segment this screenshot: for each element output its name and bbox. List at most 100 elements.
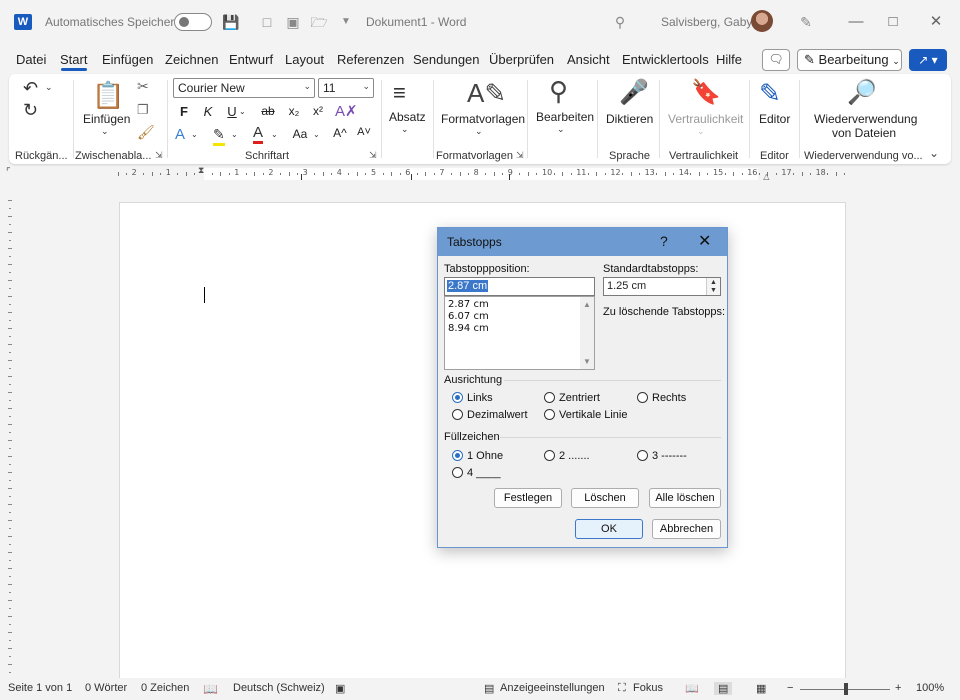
tab-entwurf[interactable]: Entwurf <box>229 52 273 67</box>
text-effects-icon[interactable]: A <box>175 126 185 143</box>
tab-layout[interactable]: Layout <box>285 52 324 67</box>
tab-position-input[interactable]: 2.87 cm <box>444 277 595 296</box>
list-scrollbar[interactable]: ▲ ▼ <box>580 297 594 369</box>
character-count[interactable]: 0 Zeichen <box>141 682 189 694</box>
reuse-label-line1[interactable]: Wiederverwendung <box>814 112 917 126</box>
default-tabs-input[interactable]: 1.25 cm ▲ ▼ <box>603 277 721 296</box>
display-settings-label[interactable]: Anzeigeeinstellungen <box>500 682 605 694</box>
indent-marker[interactable]: ⧗ <box>198 165 204 176</box>
undo-dropdown-icon[interactable]: ⌄ <box>45 82 53 93</box>
ok-button[interactable]: OK <box>575 519 643 539</box>
tab-stop-marker[interactable] <box>508 174 510 180</box>
tab-zeichnen[interactable]: Zeichnen <box>165 52 218 67</box>
new-document-icon[interactable]: □ <box>258 13 276 31</box>
font-color-icon[interactable]: A <box>253 124 264 144</box>
align-right-label[interactable]: Rechts <box>652 392 686 404</box>
list-item[interactable]: 2.87 cm <box>448 299 489 310</box>
save-icon[interactable]: 💾 <box>222 13 240 31</box>
close-window-icon[interactable]: ✕ <box>926 12 946 32</box>
align-center-radio[interactable] <box>544 392 555 403</box>
dialog-launcher-icon[interactable]: ⇲ <box>369 150 377 161</box>
display-settings-icon[interactable]: ▤ <box>484 682 494 695</box>
close-icon[interactable]: ✕ <box>698 231 711 251</box>
styles-label[interactable]: Formatvorlagen <box>441 112 525 126</box>
copy-icon[interactable]: ❐ <box>137 102 149 118</box>
autosave-toggle[interactable] <box>174 13 212 31</box>
tab-ansicht[interactable]: Ansicht <box>567 52 610 67</box>
styles-dropdown-icon[interactable]: ⌄ <box>475 126 483 137</box>
horizontal-ruler[interactable]: 2 1 1 2 3 4 5 6 7 8 9 10 11 12 13 14 15 16 17 18 ⧗ △ <box>117 165 846 181</box>
font-size-select[interactable]: 11 ⌄ <box>318 78 374 98</box>
grow-font-button[interactable]: A^ <box>331 126 349 140</box>
clear-all-button[interactable]: Alle löschen <box>649 488 721 508</box>
dialog-title-bar[interactable]: Tabstopps ? ✕ <box>438 228 727 256</box>
text-effects-dropdown-icon[interactable]: ⌄ <box>191 130 198 139</box>
tab-stop-marker[interactable] <box>410 174 412 180</box>
paragraph-icon[interactable]: ≡ <box>393 80 406 106</box>
font-color-dropdown-icon[interactable]: ⌄ <box>271 130 278 139</box>
reuse-files-icon[interactable]: 🔎 <box>847 78 877 107</box>
customize-toolbar-icon[interactable]: ▼ <box>337 13 355 31</box>
tab-hilfe[interactable]: Hilfe <box>716 52 742 67</box>
paste-label[interactable]: Einfügen <box>83 112 130 126</box>
spin-up-icon[interactable]: ▲ <box>710 279 717 286</box>
format-painter-icon[interactable]: 🖌 <box>137 124 155 141</box>
zoom-slider-thumb[interactable] <box>844 683 848 695</box>
minimize-icon[interactable]: — <box>846 12 866 32</box>
tab-datei[interactable]: Datei <box>16 52 46 67</box>
paste-icon[interactable]: 📋 <box>92 80 124 111</box>
leader-dashes-radio[interactable] <box>637 450 648 461</box>
undo-icon[interactable]: ↶ <box>23 78 38 99</box>
font-name-select[interactable]: Courier New ⌄ <box>173 78 315 98</box>
tab-einfuegen[interactable]: Einfügen <box>102 52 153 67</box>
reuse-label-line2[interactable]: von Dateien <box>832 126 896 140</box>
tab-stop-marker[interactable] <box>301 174 303 180</box>
avatar[interactable] <box>751 10 773 32</box>
leader-dashes-label[interactable]: 3 ------- <box>652 450 687 462</box>
web-layout-icon[interactable]: ▦ <box>756 682 766 695</box>
search-icon[interactable]: ⚲ <box>611 13 629 31</box>
editing-mode-button[interactable]: ✎ Bearbeitung ⌄ <box>797 49 902 71</box>
leader-underline-radio[interactable] <box>452 467 463 478</box>
clear-button[interactable]: Löschen <box>571 488 639 508</box>
list-item[interactable]: 8.94 cm <box>448 323 489 334</box>
microphone-icon[interactable]: 🎤 <box>619 78 649 107</box>
align-decimal-label[interactable]: Dezimalwert <box>467 409 528 421</box>
dialog-launcher-icon[interactable]: ⇲ <box>516 150 524 161</box>
pen-icon[interactable]: ✎ <box>797 13 815 31</box>
leader-underline-label[interactable]: 4 ____ <box>467 467 501 479</box>
print-layout-icon[interactable]: ▤ <box>714 682 733 695</box>
shrink-font-button[interactable]: A˅ <box>355 126 373 138</box>
superscript-button[interactable]: x² <box>309 104 327 118</box>
zoom-level[interactable]: 100% <box>916 682 944 694</box>
dialog-launcher-icon[interactable]: ⇲ <box>155 150 163 161</box>
share-button[interactable]: ↗ ▾ <box>909 49 947 71</box>
set-button[interactable]: Festlegen <box>494 488 562 508</box>
editing-label[interactable]: Bearbeiten <box>536 110 594 124</box>
change-case-dropdown-icon[interactable]: ⌄ <box>313 130 320 139</box>
redo-icon[interactable]: ↻ <box>23 100 38 121</box>
ribbon-collapse-chevron-icon[interactable]: ⌄ <box>929 146 939 160</box>
align-bar-radio[interactable] <box>544 409 555 420</box>
underline-dropdown-icon[interactable]: ⌄ <box>239 107 246 116</box>
highlight-icon[interactable]: ✎ <box>213 126 225 146</box>
paragraph-label[interactable]: Absatz <box>389 110 426 124</box>
zoom-out-button[interactable]: − <box>787 682 793 694</box>
align-bar-label[interactable]: Vertikale Linie <box>559 409 628 421</box>
align-decimal-radio[interactable] <box>452 409 463 420</box>
user-name[interactable]: Salvisberg, Gaby <box>661 15 752 29</box>
highlight-dropdown-icon[interactable]: ⌄ <box>231 130 238 139</box>
cut-icon[interactable]: ✂ <box>137 78 149 95</box>
bold-button[interactable]: F <box>175 104 193 119</box>
scroll-down-icon[interactable]: ▼ <box>583 357 591 366</box>
spin-down-icon[interactable]: ▼ <box>710 287 717 294</box>
comments-button[interactable]: 🗨 <box>762 49 790 71</box>
align-center-label[interactable]: Zentriert <box>559 392 600 404</box>
leader-dots-radio[interactable] <box>544 450 555 461</box>
save-as-icon[interactable]: ▣ <box>284 13 302 31</box>
proofing-icon[interactable]: 📖 <box>203 682 218 696</box>
vertical-ruler[interactable] <box>4 200 16 680</box>
accessibility-icon[interactable]: ▣ <box>335 682 345 695</box>
help-icon[interactable]: ? <box>660 233 668 249</box>
leader-none-radio[interactable] <box>452 450 463 461</box>
